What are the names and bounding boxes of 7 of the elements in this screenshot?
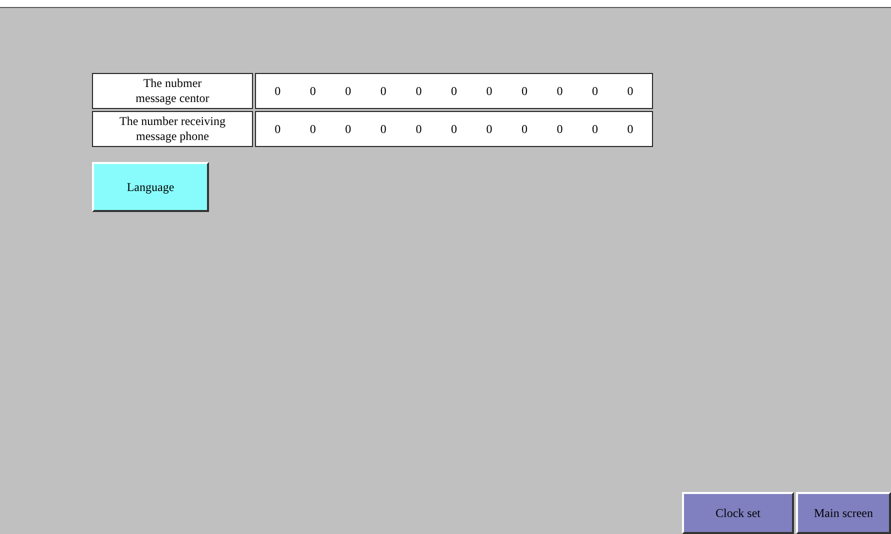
number-field[interactable]: 0 0 0 0 0 0 0 0 0 0 0: [255, 73, 653, 109]
nav-button[interactable]: Main screen: [796, 492, 891, 534]
language-button[interactable]: Language: [92, 162, 209, 212]
row-label: The nubmer message centor: [92, 73, 253, 109]
number-field[interactable]: 0 0 0 0 0 0 0 0 0 0 0: [255, 111, 653, 147]
row-label: The number receiving message phone: [92, 111, 253, 147]
nav-button[interactable]: Clock set: [682, 492, 794, 534]
